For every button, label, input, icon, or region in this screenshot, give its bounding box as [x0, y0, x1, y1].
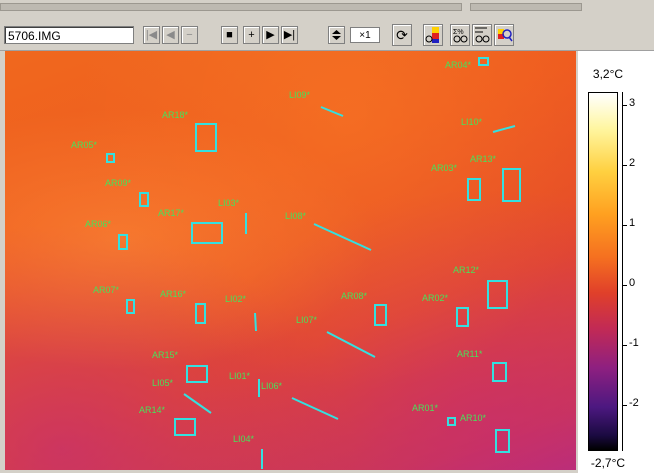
- temperature-scale: 3,2°C 3 2 1 0 -1 -2 -2,7°C: [578, 51, 654, 473]
- play-button[interactable]: ▶: [262, 26, 279, 44]
- refresh-button[interactable]: ⟳: [392, 24, 412, 46]
- scale-tick: [622, 285, 627, 286]
- prev-frame-button[interactable]: ◀: [162, 26, 179, 44]
- region-marker[interactable]: [191, 222, 223, 244]
- palette-icon: [425, 27, 439, 43]
- region-marker[interactable]: [174, 418, 196, 436]
- plus-button[interactable]: +: [243, 26, 260, 44]
- scale-max-label: 3,2°C: [592, 67, 624, 81]
- line-marker[interactable]: [313, 223, 372, 251]
- region-marker[interactable]: [456, 307, 469, 327]
- region-label: LI04*: [233, 434, 255, 444]
- region-marker[interactable]: [478, 57, 489, 66]
- region-label: AR18*: [162, 110, 189, 120]
- region-marker[interactable]: [126, 299, 135, 314]
- line-marker[interactable]: [320, 106, 344, 117]
- refresh-icon: ⟳: [396, 27, 408, 43]
- menu-strip-segment: [0, 3, 462, 11]
- svg-text:Σ%: Σ%: [453, 29, 464, 36]
- scale-min-label: -2,7°C: [590, 456, 626, 470]
- region-marker[interactable]: [186, 365, 208, 383]
- scale-tick: [622, 405, 627, 406]
- region-label: AR14*: [139, 405, 166, 415]
- region-label: AR02*: [422, 293, 449, 303]
- region-label: AR12*: [453, 265, 480, 275]
- region-marker[interactable]: [487, 280, 508, 309]
- scale-tick-label: -1: [629, 337, 639, 349]
- region-label: AR16*: [160, 289, 187, 299]
- region-marker[interactable]: [106, 153, 115, 163]
- scale-axis: [622, 92, 623, 451]
- scale-tick-label: 1: [629, 217, 636, 229]
- measure-tool-icon: [475, 27, 490, 43]
- step-spin-button[interactable]: [328, 26, 345, 44]
- stop-button[interactable]: ■: [221, 26, 238, 44]
- region-label: LI02*: [225, 294, 247, 304]
- region-label: AR08*: [341, 291, 368, 301]
- region-label: LI07*: [296, 315, 318, 325]
- line-marker[interactable]: [492, 125, 516, 133]
- region-marker[interactable]: [195, 303, 206, 324]
- color-scale-bar[interactable]: [588, 92, 618, 451]
- menu-strip: [0, 0, 654, 12]
- menu-strip-segment: [470, 3, 582, 11]
- region-label: AR06*: [85, 219, 112, 229]
- region-marker[interactable]: [495, 429, 510, 453]
- region-marker[interactable]: [139, 192, 149, 207]
- toolbar: 5706.IMG |◀ ◀ − ■ + ▶ ▶| ×1 ⟳ Σ%: [0, 0, 654, 51]
- region-label: AR09*: [105, 178, 132, 188]
- line-marker[interactable]: [326, 331, 376, 358]
- region-marker[interactable]: [492, 362, 507, 382]
- line-marker[interactable]: [291, 397, 339, 420]
- region-label: AR17*: [158, 208, 185, 218]
- last-frame-button[interactable]: ▶|: [281, 26, 298, 44]
- spin-arrows-icon: [332, 30, 341, 40]
- scale-tick: [622, 105, 627, 106]
- region-label: LI10*: [461, 117, 483, 127]
- region-marker[interactable]: [467, 178, 481, 201]
- region-marker[interactable]: [502, 168, 521, 202]
- measurement-overlay: AR04* LI09* AR18* LI10* AR05* AR03* AR13…: [71, 57, 521, 469]
- zoom-tool-button[interactable]: [494, 24, 514, 46]
- line-marker[interactable]: [254, 312, 257, 332]
- region-label: LI08*: [285, 211, 307, 221]
- region-label: LI03*: [218, 198, 240, 208]
- region-label: AR04*: [445, 60, 472, 70]
- step-value-field[interactable]: ×1: [350, 27, 380, 43]
- measure-tool-button[interactable]: [472, 24, 492, 46]
- region-label: AR07*: [93, 285, 120, 295]
- region-label: LI06*: [261, 381, 283, 391]
- region-marker[interactable]: [195, 123, 217, 152]
- region-label: AR13*: [470, 154, 497, 164]
- region-marker[interactable]: [447, 417, 456, 426]
- temperature-tool-icon: Σ%: [453, 29, 468, 43]
- scale-tick: [622, 225, 627, 226]
- region-label: AR05*: [71, 140, 98, 150]
- zoom-icon: [498, 29, 513, 42]
- scale-tick-label: -2: [629, 397, 639, 409]
- scale-tick: [622, 165, 627, 166]
- region-marker[interactable]: [374, 304, 387, 326]
- first-frame-button[interactable]: |◀: [143, 26, 160, 44]
- region-label: AR15*: [152, 350, 179, 360]
- palette-button[interactable]: [423, 24, 443, 46]
- region-marker[interactable]: [118, 234, 128, 250]
- minus-button[interactable]: −: [181, 26, 198, 44]
- region-label: LI09*: [289, 90, 311, 100]
- scale-tick-label: 0: [629, 277, 636, 289]
- region-label: AR10*: [460, 413, 487, 423]
- region-label: LI01*: [229, 371, 251, 381]
- thermal-image[interactable]: AR04* LI09* AR18* LI10* AR05* AR03* AR13…: [5, 51, 576, 470]
- region-label: AR01*: [412, 403, 439, 413]
- scale-tick-label: 2: [629, 157, 636, 169]
- region-label: LI05*: [152, 378, 174, 388]
- scale-tick-label: 3: [629, 97, 636, 109]
- filename-field[interactable]: 5706.IMG: [4, 26, 134, 44]
- region-label: AR11*: [457, 349, 483, 359]
- temperature-tool-button[interactable]: Σ%: [450, 24, 470, 46]
- line-marker[interactable]: [183, 393, 212, 414]
- region-label: AR03*: [431, 163, 458, 173]
- scale-tick: [622, 345, 627, 346]
